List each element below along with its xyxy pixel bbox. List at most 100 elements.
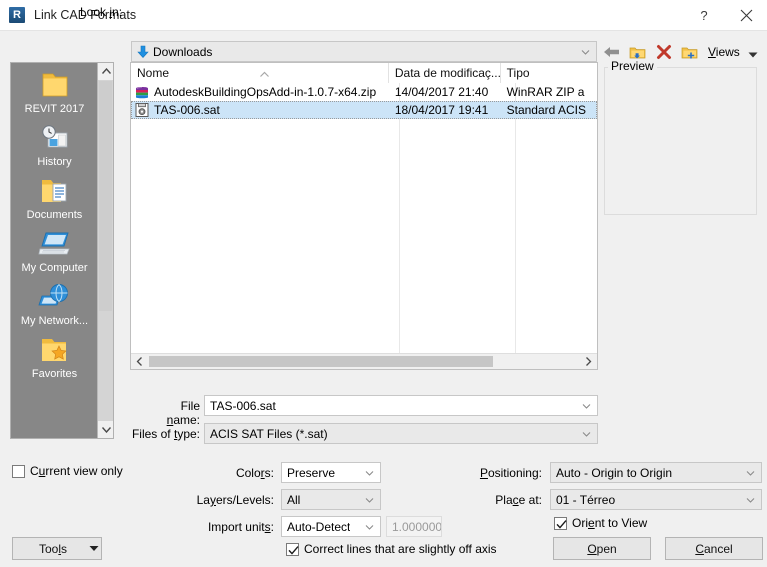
column-header-type[interactable]: Tipo <box>501 63 597 83</box>
chevron-down-icon[interactable] <box>746 495 755 504</box>
download-arrow-icon <box>135 44 151 60</box>
new-folder-icon[interactable] <box>680 42 700 62</box>
column-header-name[interactable]: Nome <box>131 63 389 83</box>
chevron-down-icon <box>581 47 590 56</box>
sidebar-item-label: My Computer <box>21 262 88 274</box>
correct-lines-label: Correct lines that are slightly off axis <box>304 542 497 556</box>
places-scrollbar[interactable] <box>97 63 113 438</box>
checkbox-box <box>286 542 299 556</box>
table-row[interactable]: AutodeskBuildingOpsAdd-in-1.0.7-x64.zip … <box>131 83 597 101</box>
scale-factor-value: 1.000000 <box>392 519 441 534</box>
filename-input[interactable]: TAS-006.sat <box>204 395 598 416</box>
current-view-only-checkbox[interactable]: Current view only <box>12 464 123 478</box>
network-icon <box>37 281 72 313</box>
views-label: Views <box>708 45 740 59</box>
file-name-cell: AutodeskBuildingOpsAdd-in-1.0.7-x64.zip <box>131 83 389 101</box>
scrollbar-thumb[interactable] <box>149 356 493 367</box>
delete-x-icon[interactable] <box>654 42 674 62</box>
close-button[interactable] <box>725 0 767 30</box>
places-sidebar[interactable]: REVIT 2017 History Documents My Computer… <box>10 62 114 439</box>
lookin-label: Look in: <box>80 5 123 19</box>
positioning-value: Auto - Origin to Origin <box>556 465 673 480</box>
window-controls: ? <box>683 0 767 30</box>
sidebar-item-my-network[interactable]: My Network... <box>11 281 98 327</box>
filename-label: File name: <box>166 399 200 427</box>
chevron-down-icon[interactable] <box>582 429 591 438</box>
layers-label: Layers/Levels: <box>196 493 274 507</box>
scroll-down-icon[interactable] <box>98 421 113 438</box>
file-type-cell: WinRAR ZIP a <box>506 85 585 99</box>
filetype-select[interactable]: ACIS SAT Files (*.sat) <box>204 423 598 444</box>
sidebar-item-label: Favorites <box>31 368 78 380</box>
sidebar-item-my-computer[interactable]: My Computer <box>11 228 98 274</box>
column-separator <box>515 83 516 355</box>
file-name-cell: TAS-006.sat <box>131 101 389 119</box>
positioning-select[interactable]: Auto - Origin to Origin <box>550 462 762 483</box>
cancel-button[interactable]: Cancel <box>665 537 763 560</box>
orient-to-view-checkbox[interactable]: Orient to View <box>554 516 647 530</box>
file-list[interactable]: Nome Data de modificaç... Tipo AutodeskB… <box>130 62 598 370</box>
import-units-value: Auto-Detect <box>287 519 351 534</box>
filetype-value: ACIS SAT Files (*.sat) <box>210 426 328 441</box>
views-button[interactable]: Views <box>708 45 758 59</box>
place-at-value: 01 - Térreo <box>556 492 616 507</box>
file-date-cell: 18/04/2017 19:41 <box>394 103 489 117</box>
file-list-header: Nome Data de modificaç... Tipo <box>131 63 597 83</box>
open-label: Open <box>587 541 617 556</box>
chevron-down-icon[interactable] <box>365 468 374 477</box>
scrollbar-thumb[interactable] <box>99 81 112 311</box>
sat-file-icon <box>134 102 150 118</box>
chevron-down-icon <box>748 48 758 57</box>
chevron-down-icon[interactable] <box>582 401 591 410</box>
place-at-label: Place at: <box>495 493 542 507</box>
documents-folder-icon <box>38 175 72 207</box>
places-list: REVIT 2017 History Documents My Computer… <box>11 63 98 387</box>
chevron-down-icon[interactable] <box>746 468 755 477</box>
folder-icon <box>38 69 72 101</box>
scale-factor-input: 1.000000 <box>386 516 442 537</box>
lookin-combo[interactable]: Downloads <box>131 41 597 62</box>
scroll-up-icon[interactable] <box>98 63 113 80</box>
place-at-select[interactable]: 01 - Térreo <box>550 489 762 510</box>
sidebar-item-documents[interactable]: Documents <box>11 175 98 221</box>
file-list-horizontal-scrollbar[interactable] <box>131 353 597 369</box>
scroll-right-icon[interactable] <box>580 354 597 369</box>
file-name-text: TAS-006.sat <box>154 103 220 117</box>
tools-label: Tools <box>38 541 68 556</box>
tools-button[interactable]: Tools <box>12 537 102 560</box>
chevron-down-icon[interactable] <box>365 522 374 531</box>
scroll-left-icon[interactable] <box>131 354 148 369</box>
layers-value: All <box>287 492 301 507</box>
cancel-label: Cancel <box>695 541 733 556</box>
file-list-body: AutodeskBuildingOpsAdd-in-1.0.7-x64.zip … <box>131 83 597 119</box>
sidebar-item-label: History <box>37 156 72 168</box>
sidebar-item-label: My Network... <box>20 315 89 327</box>
help-button[interactable]: ? <box>683 0 725 30</box>
import-units-select[interactable]: Auto-Detect <box>281 516 381 537</box>
column-separator <box>399 83 400 355</box>
correct-lines-checkbox[interactable]: Correct lines that are slightly off axis <box>286 542 497 556</box>
chevron-down-icon[interactable] <box>365 495 374 504</box>
sidebar-item-label: REVIT 2017 <box>24 103 85 115</box>
sidebar-item-revit-2017[interactable]: REVIT 2017 <box>11 69 98 115</box>
layers-select[interactable]: All <box>281 489 381 510</box>
checkbox-box <box>12 464 25 478</box>
sidebar-item-favorites[interactable]: Favorites <box>11 334 98 380</box>
preview-legend: Preview <box>608 59 657 73</box>
file-type-cell: Standard ACIS <box>506 103 586 117</box>
positioning-label: Positioning: <box>479 466 542 480</box>
sort-ascending-icon <box>259 64 270 77</box>
open-button[interactable]: Open <box>553 537 651 560</box>
chevron-down-icon <box>87 545 101 552</box>
column-header-date[interactable]: Data de modificaç... <box>389 63 501 83</box>
current-view-only-label: Current view only <box>30 464 123 478</box>
table-row[interactable]: TAS-006.sat 18/04/2017 19:41 Standard AC… <box>131 101 597 119</box>
preview-group: Preview <box>604 59 757 215</box>
lookin-value: Downloads <box>153 44 213 59</box>
colors-select[interactable]: Preserve <box>281 462 381 483</box>
sidebar-item-history[interactable]: History <box>11 122 98 168</box>
history-clock-icon <box>38 122 72 154</box>
colors-value: Preserve <box>287 465 336 480</box>
winrar-archive-icon <box>134 84 150 100</box>
checkbox-box <box>554 516 567 530</box>
